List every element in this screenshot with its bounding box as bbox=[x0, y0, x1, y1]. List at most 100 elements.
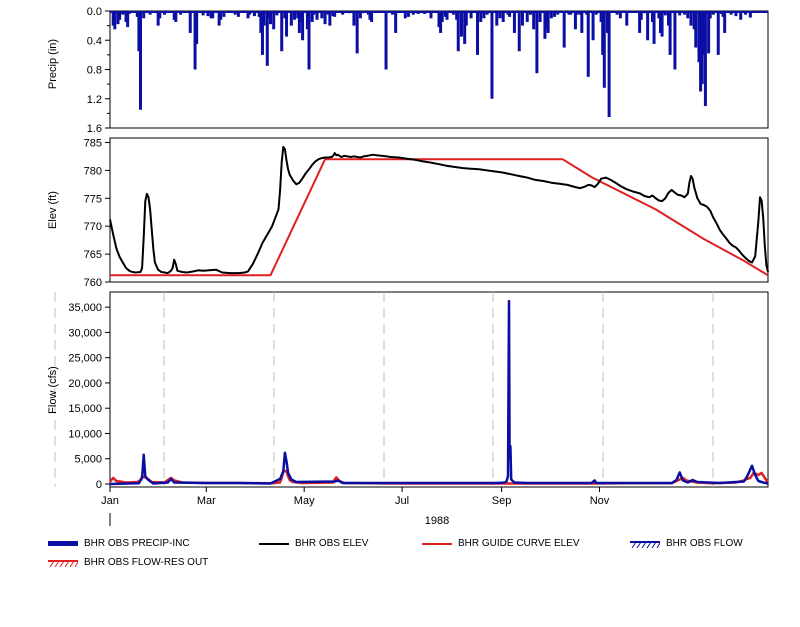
legend-label-obs-flow: BHR OBS FLOW bbox=[666, 538, 743, 549]
precip-bar bbox=[652, 11, 656, 44]
precip-bar bbox=[575, 11, 579, 15]
precip-bar bbox=[625, 11, 629, 26]
precip-bar bbox=[456, 11, 460, 52]
precip-bar bbox=[512, 11, 516, 33]
precip-bar bbox=[642, 11, 646, 14]
precip-bar bbox=[219, 11, 223, 20]
precip-bar bbox=[517, 11, 521, 52]
precip-bar bbox=[546, 11, 550, 33]
precip-bar bbox=[148, 11, 152, 15]
precip-bar bbox=[723, 11, 727, 33]
precip-bar bbox=[694, 11, 698, 48]
precip-bar bbox=[734, 11, 738, 17]
precip-bar bbox=[748, 11, 752, 18]
precip-bar bbox=[307, 11, 311, 70]
legend-swatch-obs-elev bbox=[259, 542, 289, 545]
precip-bar bbox=[163, 11, 167, 15]
precip-bar bbox=[275, 11, 279, 16]
y-tick-label: 10,000 bbox=[68, 428, 102, 440]
precip-bar bbox=[479, 11, 483, 22]
y-tick-label: 775 bbox=[84, 193, 102, 205]
precip-bar bbox=[341, 11, 345, 15]
precip-bar bbox=[586, 11, 590, 77]
precip-bar bbox=[222, 11, 226, 17]
precip-bar bbox=[562, 11, 566, 48]
precip-bar bbox=[501, 11, 505, 22]
precip-bar bbox=[618, 11, 622, 19]
precip-bar bbox=[262, 11, 266, 26]
precip-bar bbox=[301, 11, 305, 41]
precip-bar bbox=[127, 11, 131, 14]
precip-bar bbox=[352, 11, 356, 26]
y-tick-label: 25,000 bbox=[68, 353, 102, 365]
precip-bar bbox=[211, 11, 215, 19]
precip-y-axis-title: Precip (in) bbox=[47, 39, 59, 89]
x-tick-label: Mar bbox=[197, 495, 216, 507]
y-tick-label: 15,000 bbox=[68, 403, 102, 415]
y-tick-label: 20,000 bbox=[68, 378, 102, 390]
legend-item-obs-elev: BHR OBS ELEV bbox=[259, 538, 368, 549]
precip-bar bbox=[464, 11, 468, 26]
legend-item-flow-res-out: BHR OBS FLOW-RES OUT bbox=[48, 557, 208, 568]
precip-bar bbox=[174, 11, 178, 22]
y-tick-label: 35,000 bbox=[68, 302, 102, 314]
precip-bar bbox=[188, 11, 192, 33]
precip-bar bbox=[663, 11, 667, 16]
legend-item-guide-curve: BHR GUIDE CURVE ELEV bbox=[422, 538, 580, 549]
flow-lines bbox=[109, 299, 770, 486]
precip-bar bbox=[549, 11, 553, 19]
precip-bar bbox=[113, 11, 117, 30]
precip-bar bbox=[411, 11, 415, 15]
precip-bars bbox=[110, 11, 768, 118]
precip-bar bbox=[138, 11, 142, 110]
precip-bar bbox=[440, 11, 444, 22]
legend-swatch-guide-curve bbox=[422, 542, 452, 545]
precip-bar bbox=[591, 11, 595, 41]
precip-bar bbox=[689, 11, 693, 26]
elev-lines bbox=[109, 145, 769, 277]
y-tick-label: 785 bbox=[84, 137, 102, 149]
precip-bar bbox=[703, 11, 707, 107]
precip-bar bbox=[118, 11, 122, 20]
precip-bar bbox=[423, 11, 427, 14]
precip-bar bbox=[683, 11, 687, 15]
precip-bar bbox=[265, 11, 269, 66]
precip-bar bbox=[355, 11, 359, 54]
precip-bar bbox=[384, 11, 388, 70]
precip-bar bbox=[315, 11, 319, 20]
precip-bar bbox=[535, 11, 539, 74]
y-tick-label: 780 bbox=[84, 165, 102, 177]
precip-bar bbox=[445, 11, 449, 20]
precip-bar bbox=[607, 11, 611, 118]
precip-bar bbox=[711, 11, 715, 15]
y-tick-label: 1.2 bbox=[87, 94, 102, 106]
flow-grid bbox=[54, 292, 714, 487]
flow-x-ticks: Jan Mar May Jul Sep Nov bbox=[101, 487, 610, 507]
legend-swatch-flow-res-out bbox=[48, 559, 78, 567]
x-tick-label: Sep bbox=[492, 495, 512, 507]
elev-y-axis-title: Elev (ft) bbox=[47, 191, 59, 229]
elev-panel: 760 765 770 775 780 785 Elev (ft) bbox=[47, 137, 769, 289]
y-tick-label: 0.4 bbox=[87, 35, 102, 47]
precip-bar bbox=[280, 11, 284, 52]
precip-bar bbox=[660, 11, 664, 37]
flow-y-ticks: 0 5,000 10,000 15,000 20,000 25,000 30,000 35,0… bbox=[68, 302, 110, 491]
precip-bar bbox=[289, 11, 293, 26]
precip-bar bbox=[195, 11, 199, 44]
precip-bar bbox=[451, 11, 455, 15]
precip-bar bbox=[236, 11, 240, 17]
precip-y-ticks: 0.0 0.4 0.8 1.2 1.6 bbox=[87, 6, 110, 135]
x-tick-label: May bbox=[294, 495, 315, 507]
precip-bar bbox=[594, 11, 598, 15]
obs-elev-line bbox=[109, 145, 769, 275]
x-tick-label: Jul bbox=[395, 495, 409, 507]
y-tick-label: 0.8 bbox=[87, 65, 102, 77]
precip-bar bbox=[312, 11, 316, 15]
precip-bar bbox=[532, 11, 536, 30]
y-tick-label: 770 bbox=[84, 221, 102, 233]
precip-bar bbox=[370, 11, 374, 22]
precip-bar bbox=[729, 11, 733, 15]
precip-bar bbox=[179, 11, 183, 15]
precip-bar bbox=[268, 11, 272, 25]
precip-bar bbox=[323, 11, 327, 25]
